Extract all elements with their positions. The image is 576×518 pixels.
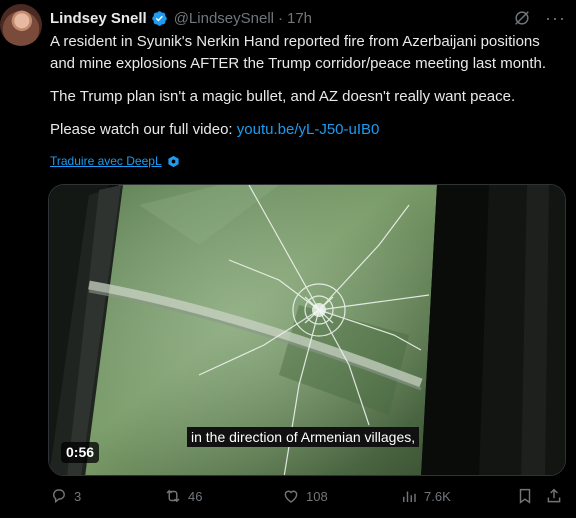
separator-dot: · xyxy=(278,9,283,27)
like-count: 108 xyxy=(306,488,328,504)
views-icon xyxy=(403,491,416,502)
reply-icon xyxy=(53,489,65,504)
repost-icon xyxy=(166,489,180,503)
share-button[interactable] xyxy=(545,487,563,505)
share-icon xyxy=(547,488,561,503)
tweet-text: A resident in Syunik's Nerkin Hand repor… xyxy=(50,31,566,141)
more-icon[interactable]: ··· xyxy=(545,9,566,27)
link-prefix: Please watch our full video: xyxy=(50,121,237,138)
action-bar: 3 46 108 7.6K xyxy=(48,487,566,509)
tweet[interactable]: Lindsey Snell @LindseySnell · 17h ··· A … xyxy=(0,0,576,518)
author-name[interactable]: Lindsey Snell xyxy=(50,10,147,27)
video-duration: 0:56 xyxy=(61,442,100,463)
tweet-paragraph-2: The Trump plan isn't a magic bullet, and… xyxy=(50,88,516,105)
author-handle[interactable]: @LindseySnell xyxy=(174,10,274,27)
heart-icon xyxy=(284,490,298,503)
video-caption: in the direction of Armenian villages, xyxy=(187,427,420,447)
tweet-paragraph-3: Please watch our full video: youtu.be/yL… xyxy=(50,119,566,141)
translate-link[interactable]: Traduire avec DeepL xyxy=(50,154,180,168)
avatar[interactable] xyxy=(0,4,42,46)
reply-button[interactable]: 3 xyxy=(50,487,81,505)
views-button[interactable]: 7.6K xyxy=(400,487,451,505)
repost-button[interactable]: 46 xyxy=(164,487,202,505)
repost-count: 46 xyxy=(188,488,203,504)
video-link[interactable]: youtu.be/yL-J50-uIB0 xyxy=(237,121,380,138)
verified-badge-icon xyxy=(151,10,168,27)
post-time[interactable]: 17h xyxy=(287,10,312,27)
translate-label[interactable]: Traduire avec DeepL xyxy=(50,154,162,168)
like-button[interactable]: 108 xyxy=(282,487,328,505)
header-actions: ··· xyxy=(513,9,566,27)
bookmark-button[interactable] xyxy=(516,487,534,505)
deepl-icon xyxy=(167,155,180,168)
tweet-header: Lindsey Snell @LindseySnell · 17h ··· xyxy=(50,7,566,29)
views-count: 7.6K xyxy=(424,488,451,504)
reply-count: 3 xyxy=(74,488,82,504)
grok-icon[interactable] xyxy=(513,9,531,27)
bookmark-icon xyxy=(519,488,531,504)
video-player[interactable]: 0:56 in the direction of Armenian villag… xyxy=(48,184,566,476)
tweet-paragraph-1: A resident in Syunik's Nerkin Hand repor… xyxy=(50,33,547,72)
